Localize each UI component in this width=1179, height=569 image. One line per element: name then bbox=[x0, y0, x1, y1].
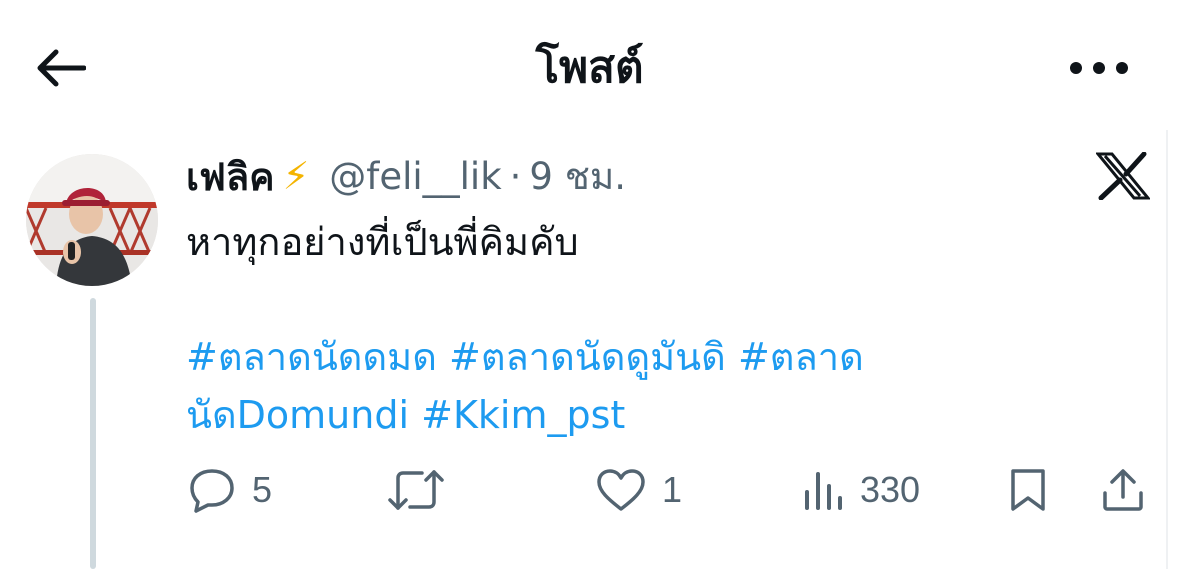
bookmark-icon bbox=[1011, 469, 1045, 511]
repost-icon bbox=[388, 470, 444, 510]
more-dots-icon bbox=[1070, 62, 1128, 74]
separator-dot: · bbox=[509, 154, 522, 198]
action-bar: 5 1 330 bbox=[0, 460, 1179, 520]
page-title: โพสต์ bbox=[535, 42, 644, 93]
views-button[interactable]: 330 bbox=[802, 460, 920, 520]
lightning-emoji: ⚡ bbox=[282, 154, 310, 198]
top-bar: โพสต์ bbox=[0, 0, 1179, 130]
display-name[interactable]: เฟลิค bbox=[186, 146, 275, 207]
reply-count: 5 bbox=[252, 469, 273, 510]
views-chart-icon bbox=[805, 472, 842, 510]
avatar-photo bbox=[26, 154, 158, 286]
hashtag-link[interactable]: #Kkim_pst bbox=[421, 393, 625, 437]
post-time[interactable]: 9 ชม. bbox=[529, 147, 626, 206]
share-button[interactable] bbox=[1100, 460, 1146, 520]
hashtag-link[interactable]: #ตลาดนัดดมด bbox=[186, 335, 437, 379]
thread-line bbox=[90, 298, 96, 569]
reply-button[interactable]: 5 bbox=[188, 460, 272, 520]
like-button[interactable]: 1 bbox=[596, 460, 682, 520]
heart-icon bbox=[597, 469, 645, 511]
reply-icon bbox=[190, 469, 234, 513]
user-handle[interactable]: @feli__lik bbox=[329, 155, 501, 198]
views-count: 330 bbox=[860, 469, 921, 510]
post-header: เฟลิค ⚡ @feli__lik · 9 ชม. bbox=[186, 150, 626, 202]
repost-button[interactable] bbox=[386, 460, 462, 520]
hashtag-link[interactable]: #ตลาดนัดดูมันดิ bbox=[449, 335, 726, 379]
hashtag-list: #ตลาดนัดดมด #ตลาดนัดดูมันดิ #ตลาดนัดDomu… bbox=[186, 328, 946, 444]
x-logo-icon[interactable] bbox=[1094, 151, 1152, 201]
post-text: หาทุกอย่างที่เป็นพี่คิมคับ bbox=[186, 220, 579, 264]
more-options-button[interactable] bbox=[1059, 40, 1139, 96]
like-count: 1 bbox=[662, 469, 683, 510]
share-icon bbox=[1103, 469, 1143, 511]
bookmark-button[interactable] bbox=[1008, 460, 1048, 520]
avatar[interactable] bbox=[26, 154, 158, 286]
